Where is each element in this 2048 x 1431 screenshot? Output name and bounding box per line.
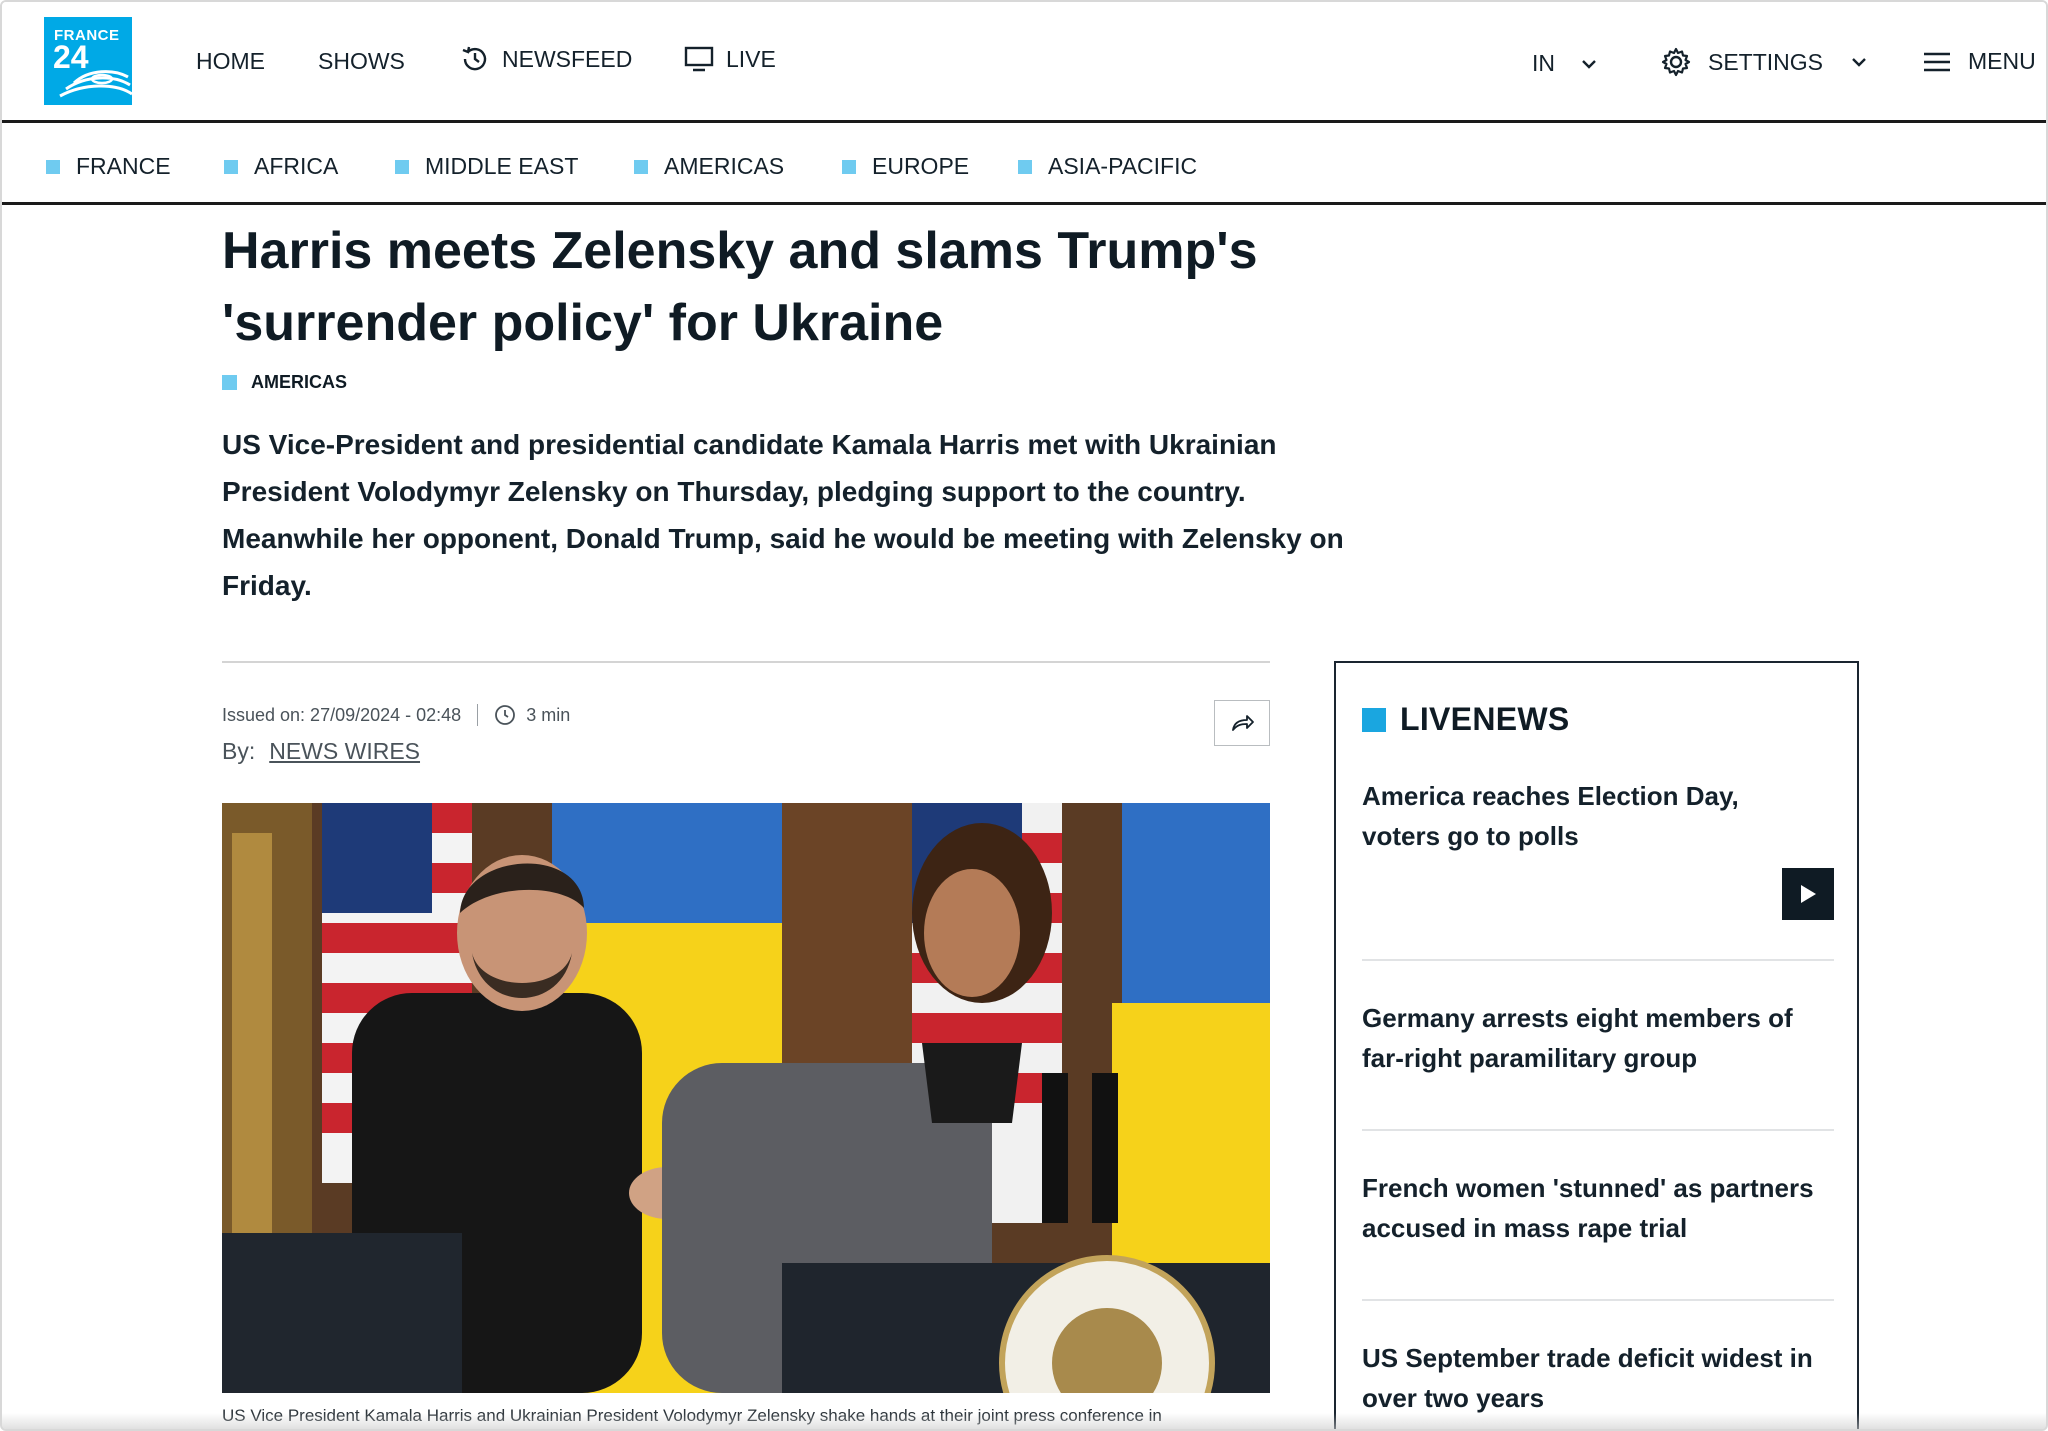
lede-line: Friday. xyxy=(222,570,312,601)
livenews-item-line: French women 'stunned' as partners xyxy=(1362,1173,1814,1203)
article-divider xyxy=(222,661,1270,663)
author-link[interactable]: NEWS WIRES xyxy=(269,738,420,764)
nav-newsfeed-label: NEWSFEED xyxy=(502,45,633,72)
lede-line: President Volodymyr Zelensky on Thursday… xyxy=(222,476,1246,507)
nav-shows-label: SHOWS xyxy=(318,48,405,74)
region-square-icon xyxy=(395,159,409,174)
region-label: MIDDLE EAST xyxy=(425,153,579,179)
lede-line: US Vice-President and presidential candi… xyxy=(222,429,1277,460)
livenews-item[interactable]: French women 'stunned' as partners accus… xyxy=(1362,1168,1834,1248)
browser-page: FRANCE 24 HOME SHOWS NEWSFEED LIVE IN SE… xyxy=(0,0,2048,1431)
play-video-button[interactable] xyxy=(1782,868,1834,920)
issued-on: Issued on: 27/09/2024 - 02:48 xyxy=(222,704,462,725)
region-label: FRANCE xyxy=(76,153,171,179)
logo-text-24: 24 xyxy=(53,39,89,75)
read-time-label: 3 min xyxy=(526,704,571,725)
region-square-icon xyxy=(46,159,60,174)
site-header: FRANCE 24 HOME SHOWS NEWSFEED LIVE IN SE… xyxy=(2,2,2046,123)
settings-label: SETTINGS xyxy=(1708,48,1824,75)
region-label: AFRICA xyxy=(254,153,339,179)
hamburger-menu-icon xyxy=(1924,52,1950,71)
category-square-icon xyxy=(222,375,237,390)
region-label: ASIA-PACIFIC xyxy=(1048,153,1198,179)
livenews-item-line: voters go to polls xyxy=(1362,821,1579,851)
history-clock-icon xyxy=(462,46,487,71)
livenews-panel: LIVENEWS America reaches Election Day, v… xyxy=(1334,661,1859,1429)
category-label: AMERICAS xyxy=(251,372,348,392)
nav-live[interactable]: LIVE xyxy=(684,44,776,74)
livenews-item-line: Germany arrests eight members of xyxy=(1362,1003,1793,1033)
share-button[interactable] xyxy=(1214,700,1270,746)
livenews-item[interactable]: America reaches Election Day, voters go … xyxy=(1362,776,1834,856)
nav-home-label: HOME xyxy=(196,48,265,74)
byline-label: By: xyxy=(222,738,256,764)
region-square-icon xyxy=(634,159,648,174)
play-icon xyxy=(1801,885,1816,903)
livenews-item-line: over two years xyxy=(1362,1383,1545,1413)
meta-separator xyxy=(477,704,479,726)
region-africa[interactable]: AFRICA xyxy=(224,153,338,180)
region-france[interactable]: FRANCE xyxy=(46,153,171,180)
article-byline: By: NEWS WIRES xyxy=(222,738,420,765)
harris-zelensky-handshake-image xyxy=(222,803,1270,1393)
menu-label: MENU xyxy=(1968,48,2036,74)
region-asia-pacific[interactable]: ASIA-PACIFIC xyxy=(1018,153,1197,180)
headline-line-2: 'surrender policy' for Ukraine xyxy=(222,294,944,352)
chevron-down-icon xyxy=(1582,59,1596,69)
livenews-item-line: far-right paramilitary group xyxy=(1362,1043,1698,1073)
livenews-item-line: America reaches Election Day, xyxy=(1362,781,1739,811)
nav-shows[interactable]: SHOWS xyxy=(318,48,405,75)
nav-live-label: LIVE xyxy=(726,45,776,72)
region-nav: FRANCE AFRICA MIDDLE EAST AMERICAS EUROP… xyxy=(2,123,2046,205)
livenews-separator xyxy=(1362,959,1834,961)
article-category-tag[interactable]: AMERICAS xyxy=(222,372,347,393)
nav-newsfeed[interactable]: NEWSFEED xyxy=(460,44,632,74)
edition-label: IN xyxy=(1532,50,1555,76)
nav-home[interactable]: HOME xyxy=(196,48,265,75)
livenews-item[interactable]: Germany arrests eight members of far-rig… xyxy=(1362,998,1834,1078)
edition-selector[interactable]: IN xyxy=(1532,50,1597,77)
lede-line: Meanwhile her opponent, Donald Trump, sa… xyxy=(222,523,1344,554)
livenews-square-icon xyxy=(1362,707,1386,732)
region-middle-east[interactable]: MIDDLE EAST xyxy=(395,153,578,180)
region-square-icon xyxy=(224,159,238,174)
region-label: AMERICAS xyxy=(664,153,785,179)
region-square-icon xyxy=(842,159,856,174)
region-americas[interactable]: AMERICAS xyxy=(634,153,784,180)
livenews-separator xyxy=(1362,1299,1834,1301)
region-europe[interactable]: EUROPE xyxy=(842,153,969,180)
settings-dropdown[interactable]: SETTINGS xyxy=(1660,46,1867,78)
chevron-down-icon xyxy=(1852,58,1866,67)
window-bottom-edge xyxy=(2,1413,2046,1429)
gear-icon xyxy=(1661,47,1691,77)
article-lede: US Vice-President and presidential candi… xyxy=(222,421,1442,609)
read-time: 3 min xyxy=(494,704,570,726)
article-photo[interactable] xyxy=(222,803,1270,1393)
share-arrow-icon xyxy=(1232,715,1254,731)
france24-logo[interactable]: FRANCE 24 xyxy=(44,17,132,105)
region-label: EUROPE xyxy=(872,153,970,179)
headline-line-1: Harris meets Zelensky and slams Trump's xyxy=(222,222,1258,280)
tv-monitor-icon xyxy=(684,46,714,72)
menu-button[interactable]: MENU xyxy=(1922,48,2036,75)
livenews-item[interactable]: US September trade deficit widest in ove… xyxy=(1362,1338,1834,1418)
article-meta: Issued on: 27/09/2024 - 02:48 3 min xyxy=(222,704,570,726)
clock-icon xyxy=(495,705,516,725)
livenews-title: LIVENEWS xyxy=(1362,701,1570,738)
livenews-title-label: LIVENEWS xyxy=(1400,701,1570,737)
livenews-item-line: US September trade deficit widest in xyxy=(1362,1343,1813,1373)
region-square-icon xyxy=(1018,159,1032,174)
article-headline: Harris meets Zelensky and slams Trump's … xyxy=(222,215,1442,359)
livenews-separator xyxy=(1362,1129,1834,1131)
livenews-item-line: accused in mass rape trial xyxy=(1362,1213,1688,1243)
